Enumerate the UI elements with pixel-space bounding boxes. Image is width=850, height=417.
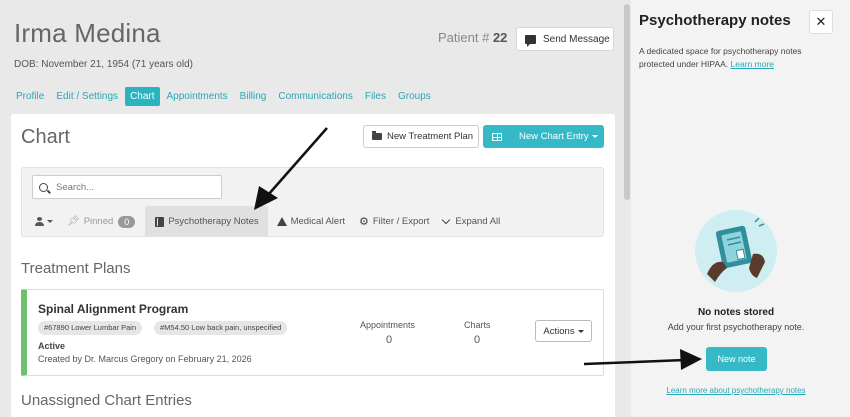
plan-tag: #M54.50 Low back pain, unspecified bbox=[154, 321, 288, 335]
chat-icon bbox=[525, 34, 536, 47]
new-treatment-plan-label: New Treatment Plan bbox=[387, 131, 474, 142]
new-treatment-plan-button[interactable]: New Treatment Plan bbox=[363, 125, 479, 148]
plan-name: Spinal Alignment Program bbox=[38, 302, 189, 316]
chart-filter-bar: Search... 📌︎ Pinned 0 Psychotherapy Note… bbox=[21, 167, 604, 237]
new-chart-entry-button[interactable]: New Chart Entry bbox=[483, 125, 604, 148]
filter-row: 📌︎ Pinned 0 Psychotherapy Notes Medical … bbox=[22, 206, 603, 237]
chart-search[interactable]: Search... bbox=[32, 175, 222, 199]
patient-number-value: 22 bbox=[492, 30, 508, 45]
pin-icon: 📌︎ bbox=[67, 216, 80, 227]
plan-status: Active bbox=[38, 341, 66, 351]
learn-more-psychotherapy-link[interactable]: Learn more about psychotherapy notes bbox=[631, 386, 841, 395]
chart-title: Chart bbox=[21, 126, 70, 148]
tab-communications[interactable]: Communications bbox=[273, 87, 357, 106]
table-icon bbox=[492, 132, 502, 141]
appointments-count-value: 0 bbox=[386, 334, 393, 346]
tab-edit-settings[interactable]: Edit / Settings bbox=[51, 87, 123, 106]
expand-all-button[interactable]: Expand All bbox=[435, 206, 506, 237]
filter-export-button[interactable]: ⚙ Filter / Export bbox=[351, 206, 435, 237]
charts-count-label: Charts bbox=[464, 320, 491, 330]
patient-number-label: Patient # bbox=[438, 30, 490, 45]
treatment-plans-heading: Treatment Plans bbox=[21, 260, 131, 277]
new-note-label: New note bbox=[717, 354, 756, 364]
empty-state-title: No notes stored bbox=[697, 307, 775, 318]
close-panel-button[interactable]: ✕ bbox=[809, 10, 833, 34]
patient-number: Patient # 22 bbox=[438, 30, 507, 45]
medical-alert-label: Medical Alert bbox=[290, 216, 345, 227]
close-icon: ✕ bbox=[815, 14, 827, 29]
side-panel-description: A dedicated space for psychotherapy note… bbox=[639, 45, 834, 71]
folder-icon bbox=[372, 131, 382, 140]
appointments-count-label: Appointments bbox=[360, 320, 416, 330]
medical-alert-filter[interactable]: Medical Alert bbox=[268, 206, 351, 237]
psychotherapy-notes-filter[interactable]: Psychotherapy Notes bbox=[145, 206, 268, 237]
pinned-filter[interactable]: 📌︎ Pinned 0 bbox=[59, 206, 141, 237]
patient-chart-main: Irma Medina DOB: November 21, 1954 (71 y… bbox=[0, 0, 620, 417]
send-message-button[interactable]: Send Message bbox=[516, 27, 614, 51]
tab-profile[interactable]: Profile bbox=[11, 87, 49, 106]
learn-more-link[interactable]: Learn more bbox=[731, 59, 774, 69]
psychotherapy-notes-label: Psychotherapy Notes bbox=[168, 216, 259, 227]
tab-chart[interactable]: Chart bbox=[125, 87, 160, 106]
charts-count-value: 0 bbox=[474, 334, 481, 346]
caret-down-icon bbox=[577, 329, 584, 333]
gear-icon: ⚙ bbox=[359, 216, 369, 228]
chevron-down-icon bbox=[442, 215, 451, 225]
plan-tag: #67890 Lower Lumbar Pain bbox=[38, 321, 143, 335]
filter-export-label: Filter / Export bbox=[372, 216, 430, 227]
scrollbar-thumb[interactable] bbox=[624, 4, 630, 200]
warning-icon bbox=[276, 217, 287, 226]
main-scrollbar[interactable] bbox=[623, 0, 631, 417]
actions-label: Actions bbox=[543, 325, 575, 337]
expand-all-label: Expand All bbox=[455, 216, 501, 227]
treatment-plan-card[interactable]: Spinal Alignment Program #67890 Lower Lu… bbox=[21, 289, 604, 376]
plan-actions-dropdown[interactable]: Actions bbox=[535, 320, 592, 342]
send-message-label: Send Message bbox=[543, 33, 610, 45]
pinned-label: Pinned bbox=[83, 216, 114, 227]
patient-name: Irma Medina bbox=[14, 18, 161, 48]
pinned-count-badge: 0 bbox=[118, 215, 136, 228]
patient-dob: DOB: November 21, 1954 (71 years old) bbox=[14, 59, 193, 70]
chart-panel: Chart New Treatment Plan New Chart Entry… bbox=[11, 114, 615, 417]
new-note-button[interactable]: New note bbox=[706, 347, 767, 371]
new-chart-entry-label: New Chart Entry bbox=[519, 131, 589, 142]
notebook-illustration-icon bbox=[695, 210, 777, 292]
patient-tabs: Profile Edit / Settings Chart Appointmen… bbox=[11, 87, 438, 106]
plan-created-by: Created by Dr. Marcus Gregory on Februar… bbox=[38, 354, 252, 364]
search-placeholder: Search... bbox=[56, 181, 95, 193]
psychotherapy-notes-panel: Psychotherapy notes ✕ A dedicated space … bbox=[631, 0, 850, 417]
caret-down-icon bbox=[591, 135, 598, 138]
notebook-icon bbox=[155, 216, 165, 227]
search-icon bbox=[39, 182, 48, 192]
side-panel-description-text: A dedicated space for psychotherapy note… bbox=[639, 46, 802, 69]
user-icon bbox=[35, 217, 44, 226]
tab-files[interactable]: Files bbox=[360, 87, 391, 106]
side-panel-title: Psychotherapy notes bbox=[639, 12, 791, 29]
tab-appointments[interactable]: Appointments bbox=[162, 87, 233, 106]
tab-billing[interactable]: Billing bbox=[235, 87, 272, 106]
caret-down-icon bbox=[47, 220, 53, 223]
empty-state-subtitle: Add your first psychotherapy note. bbox=[667, 322, 805, 332]
unassigned-entries-heading: Unassigned Chart Entries bbox=[21, 392, 192, 409]
tab-groups[interactable]: Groups bbox=[393, 87, 436, 106]
provider-filter-dropdown[interactable] bbox=[22, 206, 59, 237]
